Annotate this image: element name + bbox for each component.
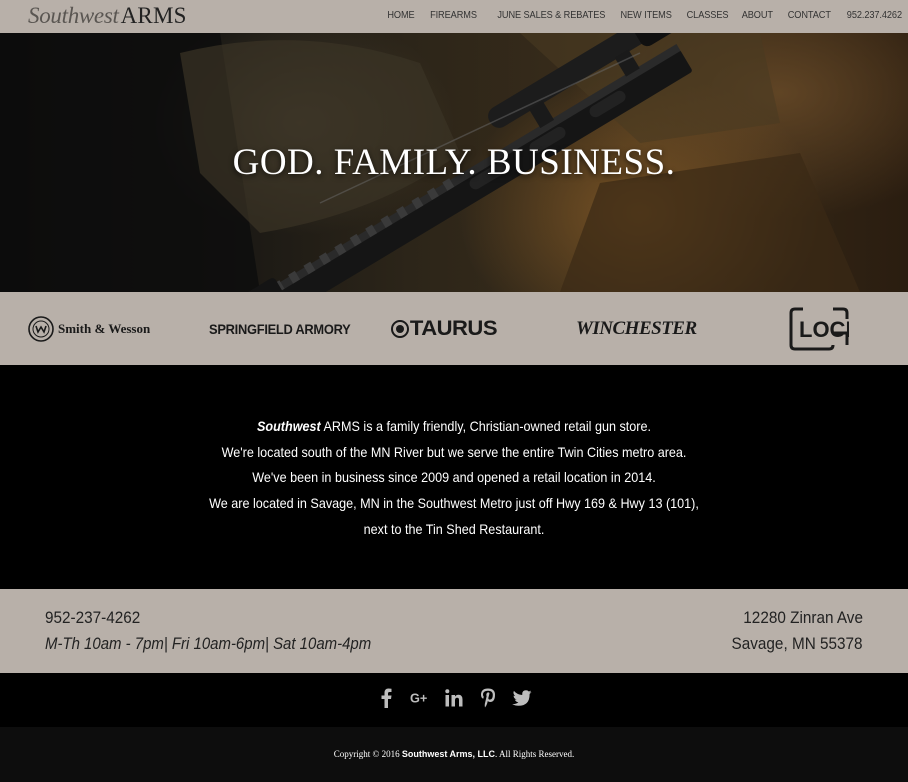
twitter-icon[interactable] <box>512 687 532 709</box>
google-plus-icon[interactable]: G+ <box>410 687 430 709</box>
svg-text:LOCK: LOCK <box>799 317 849 342</box>
social-links-bar: G+ <box>0 673 908 727</box>
address-street[interactable]: 12280 Zinran Ave <box>743 608 863 628</box>
hero-banner: GOD. FAMILY. BUSINESS. <box>0 33 908 292</box>
linkedin-icon[interactable] <box>444 687 464 709</box>
about-line-4: We are located in Savage, MN in the Sout… <box>209 495 699 512</box>
facebook-icon[interactable] <box>376 687 396 709</box>
brand-smith-wesson[interactable]: Smith & Wesson <box>28 292 150 365</box>
smith-wesson-emblem-icon <box>28 315 54 342</box>
site-footer: Copyright © 2016 Southwest Arms, LLC. Al… <box>0 727 908 782</box>
about-brand-italic: Southwest <box>256 418 321 434</box>
nav-new-items[interactable]: NEW ITEMS <box>620 10 671 21</box>
brand-glock[interactable]: LOCK <box>789 292 849 365</box>
nav-home[interactable]: HOME <box>388 10 415 21</box>
about-section: Southwest ARMS is a family friendly, Chr… <box>0 365 908 589</box>
nav-firearms[interactable]: FIREARMS <box>430 10 477 21</box>
about-line-5: next to the Tin Shed Restaurant. <box>363 520 545 537</box>
copyright: Copyright © 2016 Southwest Arms, LLC. Al… <box>0 749 908 759</box>
store-hours: M-Th 10am - 7pm| Fri 10am-6pm| Sat 10am-… <box>45 634 372 653</box>
brand-springfield[interactable]: SPRINGFIELD ARMORY <box>209 292 351 365</box>
brand-springfield-label: SPRINGFIELD ARMORY <box>209 320 351 337</box>
copyright-company: Southwest Arms, LLC <box>401 749 496 759</box>
brand-winchester-label: WINCHESTER <box>576 317 697 339</box>
nav-phone[interactable]: 952.237.4262 <box>847 10 902 21</box>
about-line-2: We're located south of the MN River but … <box>221 443 687 460</box>
address-city[interactable]: Savage, MN 55378 <box>732 634 863 654</box>
brand-taurus[interactable]: TAURUS <box>391 292 498 365</box>
copyright-suffix: . All Rights Reserved. <box>495 749 575 759</box>
hero-title: GOD. FAMILY. BUSINESS. <box>232 142 676 183</box>
social-icons-row: G+ <box>0 687 908 709</box>
main-nav: HOME FIREARMS JUNE SALES & REBATES NEW I… <box>374 10 903 21</box>
nav-about[interactable]: ABOUT <box>742 10 773 21</box>
about-line-1-text: ARMS is a family friendly, Christian-own… <box>320 418 652 434</box>
brand-logos-strip: Smith & Wesson SPRINGFIELD ARMORY TAURUS… <box>0 292 908 365</box>
about-line-1: Southwest ARMS is a family friendly, Chr… <box>45 414 862 440</box>
brand-winchester[interactable]: WINCHESTER <box>576 292 697 365</box>
contact-section: 952-237-4262 M-Th 10am - 7pm| Fri 10am-6… <box>0 589 908 673</box>
nav-june-sales[interactable]: JUNE SALES & REBATES <box>497 10 605 21</box>
about-line-3: We've been in business since 2009 and op… <box>252 469 656 486</box>
pinterest-icon[interactable] <box>478 687 498 709</box>
nav-contact[interactable]: CONTACT <box>788 10 831 21</box>
logo-caps-text: ARMS <box>120 3 187 28</box>
taurus-emblem-icon <box>391 319 409 338</box>
brand-taurus-label: TAURUS <box>409 316 498 340</box>
svg-text:G+: G+ <box>410 691 427 706</box>
logo-italic-text: Southwest <box>28 3 119 28</box>
about-text: Southwest ARMS is a family friendly, Chr… <box>0 414 908 543</box>
glock-logo: LOCK <box>789 307 849 350</box>
brand-smith-wesson-label: Smith & Wesson <box>58 320 151 336</box>
nav-classes[interactable]: CLASSES <box>686 10 728 21</box>
site-logo[interactable]: SouthwestARMS <box>28 3 187 31</box>
contact-phone[interactable]: 952-237-4262 <box>45 608 140 628</box>
site-header: SouthwestARMS HOME FIREARMS JUNE SALES &… <box>0 0 908 33</box>
copyright-prefix: Copyright © 2016 <box>333 749 402 759</box>
